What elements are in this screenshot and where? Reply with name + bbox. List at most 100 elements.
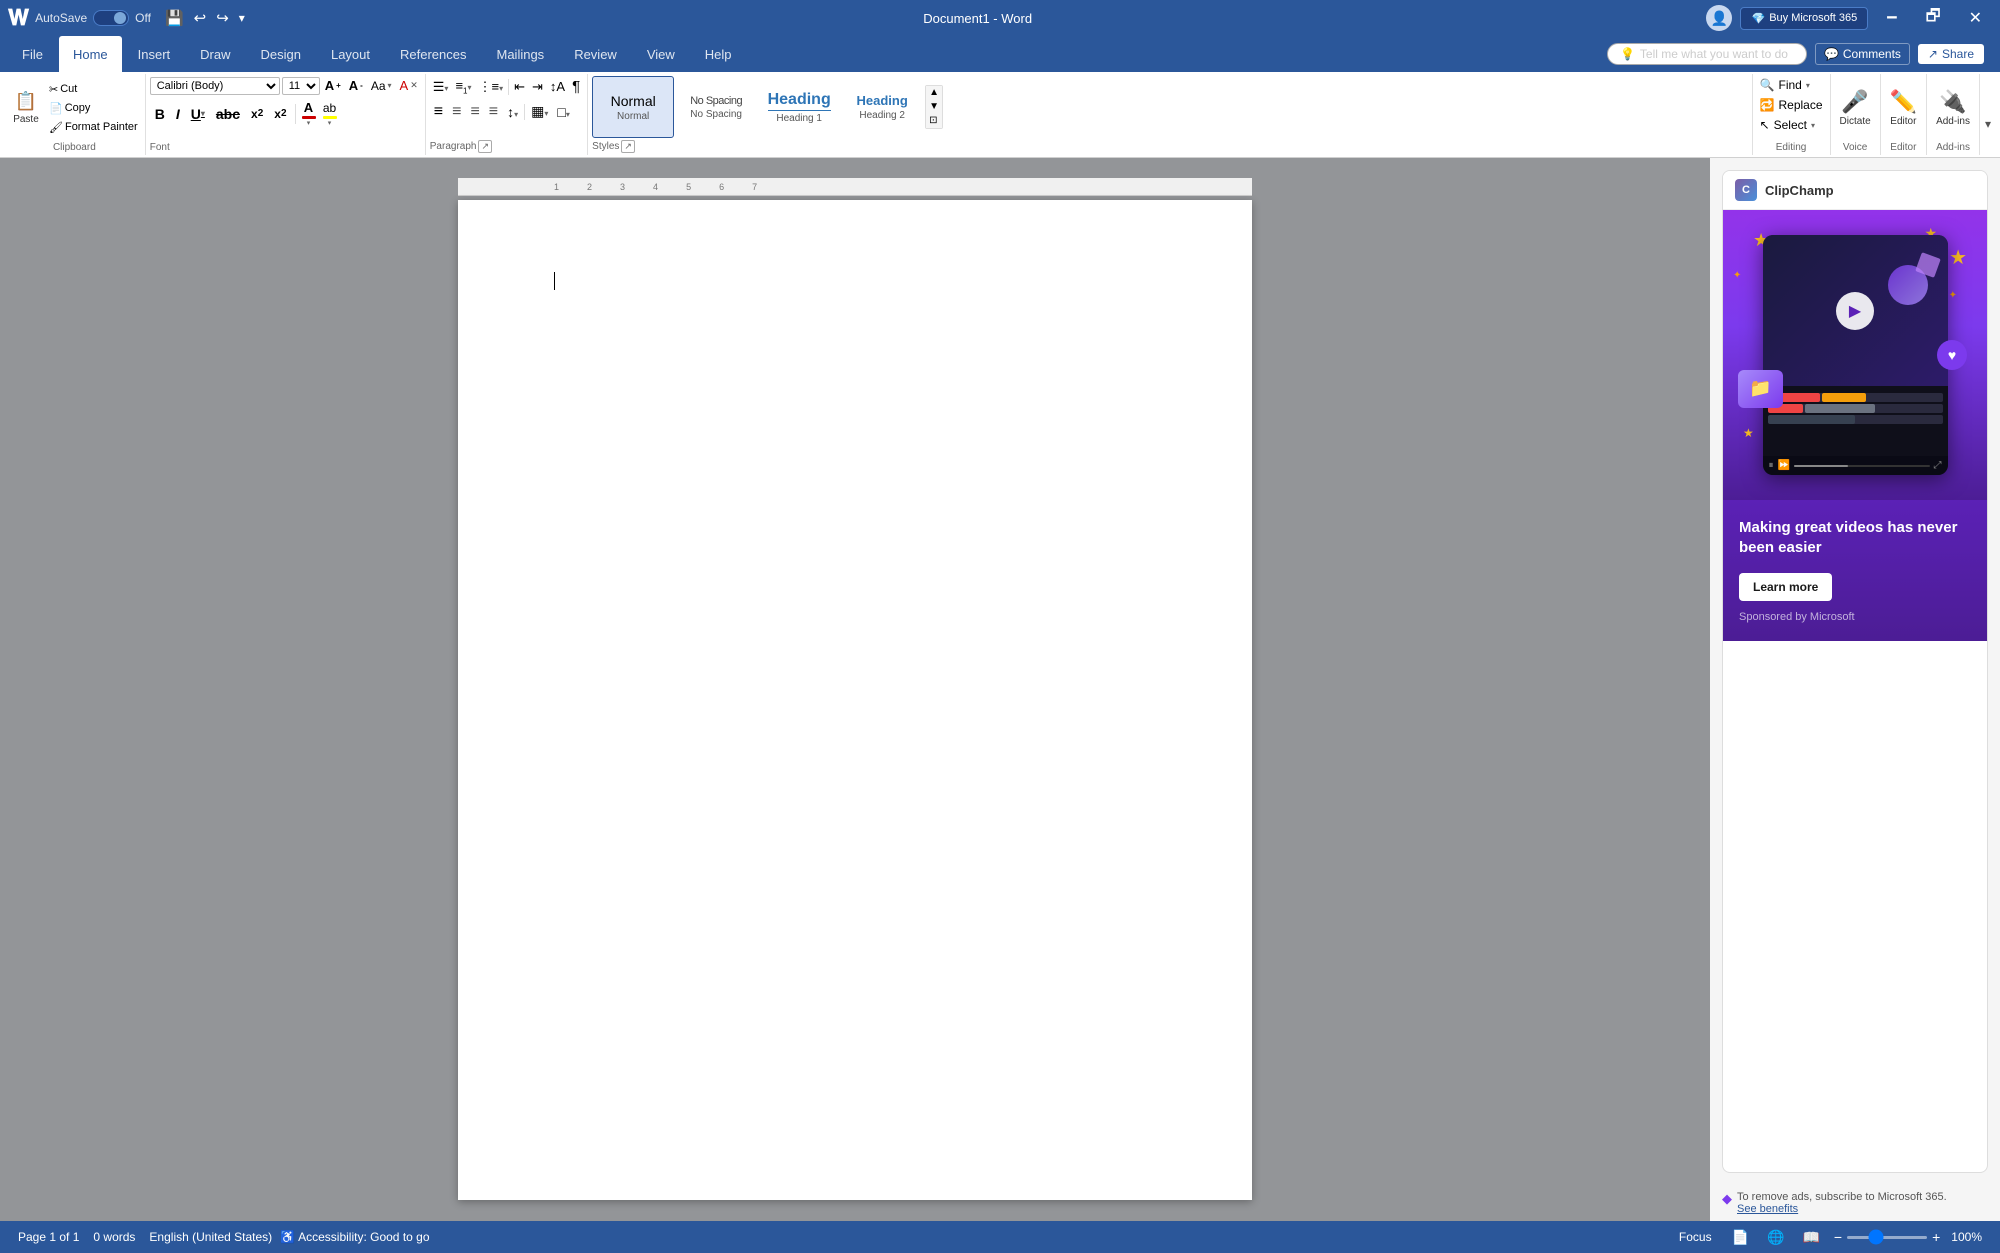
word-count[interactable]: 0 words: [87, 1228, 141, 1246]
tab-view[interactable]: View: [633, 36, 689, 72]
customize-quick-access-icon[interactable]: ▾: [235, 8, 249, 28]
styles-dialog-launcher[interactable]: ↗: [621, 140, 635, 153]
autosave-toggle[interactable]: [93, 10, 129, 26]
zoom-level[interactable]: 100%: [1945, 1228, 1988, 1246]
print-layout-button[interactable]: 📄: [1728, 1227, 1753, 1248]
document-canvas[interactable]: 1 2 3 4 5 6 7: [0, 158, 1710, 1221]
underline-button[interactable]: U▾: [186, 104, 210, 124]
tab-layout[interactable]: Layout: [317, 36, 384, 72]
video-screen: ▶: [1763, 235, 1948, 386]
style-normal-label: Normal: [617, 111, 649, 122]
font-grow-button[interactable]: A+: [322, 76, 344, 95]
multilevel-list-button[interactable]: ⋮≡▾: [476, 77, 507, 97]
clipchamp-logo-icon: C: [1735, 179, 1757, 201]
web-layout-button[interactable]: 🌐: [1763, 1227, 1788, 1248]
tab-help[interactable]: Help: [691, 36, 746, 72]
share-button[interactable]: ↗ Share: [1918, 44, 1984, 64]
tell-me-input[interactable]: 💡 Tell me what you want to do: [1607, 43, 1807, 65]
font-color-button[interactable]: A ▾: [299, 98, 319, 129]
gallery-scroll-up[interactable]: ▲: [926, 86, 942, 100]
borders-button[interactable]: □▾: [553, 102, 573, 122]
status-bar: Page 1 of 1 0 words English (United Stat…: [0, 1221, 2000, 1253]
font-family-select[interactable]: Calibri (Body): [150, 77, 280, 95]
learn-more-button[interactable]: Learn more: [1739, 573, 1832, 601]
align-right-button[interactable]: ≡: [466, 101, 483, 123]
style-normal-button[interactable]: Normal Normal: [592, 76, 674, 138]
dictate-button[interactable]: 🎤 Dictate: [1835, 86, 1876, 130]
font-size-select[interactable]: 11: [282, 77, 320, 95]
shading-button[interactable]: ▦▾: [527, 101, 552, 122]
subscript-button[interactable]: x2: [246, 105, 268, 123]
accessibility-status[interactable]: ♿ Accessibility: Good to go: [280, 1230, 429, 1244]
copy-button[interactable]: 📄 Copy: [46, 100, 141, 117]
style-heading2-button[interactable]: Heading Heading 2: [841, 76, 923, 138]
redo-icon[interactable]: ↪: [212, 6, 233, 30]
language-status[interactable]: English (United States): [143, 1228, 278, 1246]
tab-home[interactable]: Home: [59, 36, 122, 72]
find-button[interactable]: 🔍 Find ▾: [1757, 76, 1813, 94]
replace-button[interactable]: 🔁 Replace: [1757, 96, 1826, 114]
zoom-slider[interactable]: [1847, 1236, 1927, 1239]
timeline-area: [1763, 386, 1948, 456]
share-icon: ↗: [1928, 47, 1938, 61]
clear-formatting-button[interactable]: A✕: [397, 76, 421, 95]
superscript-button[interactable]: x2: [269, 105, 291, 123]
increase-indent-button[interactable]: ⇥: [529, 77, 546, 97]
line-spacing-button[interactable]: ↕▾: [503, 102, 522, 122]
forward-icon[interactable]: ⏩: [1778, 460, 1790, 471]
gallery-scroll-down[interactable]: ▼: [926, 100, 942, 114]
numbered-list-button[interactable]: ≡1▾: [452, 76, 474, 98]
select-icon: ↖: [1760, 118, 1770, 132]
style-no-spacing-button[interactable]: No Spacing No Spacing: [675, 76, 757, 138]
highlight-color-button[interactable]: ab ▾: [320, 99, 340, 129]
editor-button[interactable]: ✏️ Editor: [1885, 86, 1922, 130]
strikethrough-button[interactable]: abc: [211, 104, 245, 124]
change-case-button[interactable]: Aa▾: [368, 77, 395, 95]
zoom-out-button[interactable]: −: [1834, 1229, 1842, 1245]
tab-insert[interactable]: Insert: [124, 36, 185, 72]
bold-button[interactable]: B: [150, 104, 170, 124]
focus-button[interactable]: Focus: [1673, 1228, 1718, 1246]
restore-button[interactable]: 🗗: [1916, 2, 1951, 35]
decrease-indent-button[interactable]: ⇤: [511, 77, 528, 97]
undo-icon[interactable]: ↩: [190, 6, 211, 30]
show-marks-button[interactable]: ¶: [569, 76, 583, 97]
select-button[interactable]: ↖ Select ▾: [1757, 116, 1818, 134]
close-button[interactable]: ✕: [1959, 5, 1992, 31]
zoom-in-button[interactable]: +: [1932, 1229, 1940, 1245]
avatar[interactable]: 👤: [1706, 5, 1732, 31]
font-shrink-button[interactable]: A-: [346, 76, 366, 95]
cut-button[interactable]: ✂ Cut: [46, 81, 141, 98]
format-painter-button[interactable]: 🖌 Format Painter: [46, 119, 141, 136]
read-view-button[interactable]: 📖: [1798, 1227, 1823, 1248]
align-left-button[interactable]: ≡: [430, 101, 447, 123]
tab-draw[interactable]: Draw: [186, 36, 244, 72]
paragraph-dialog-launcher[interactable]: ↗: [478, 140, 492, 153]
tab-design[interactable]: Design: [247, 36, 315, 72]
ribbon-collapse-button[interactable]: ▾: [1982, 115, 1994, 133]
buy-microsoft365-button[interactable]: 💎 Buy Microsoft 365: [1740, 7, 1868, 30]
sort-button[interactable]: ↕A: [547, 77, 568, 96]
italic-button[interactable]: I: [171, 104, 185, 124]
paste-button[interactable]: 📋 Paste: [8, 88, 44, 128]
page-info[interactable]: Page 1 of 1: [12, 1228, 85, 1246]
add-ins-button[interactable]: 🔌 Add-ins: [1931, 86, 1975, 130]
tab-review[interactable]: Review: [560, 36, 631, 72]
gallery-expand[interactable]: ⊡: [926, 114, 942, 128]
play-button[interactable]: ▶: [1836, 292, 1874, 330]
see-benefits-link[interactable]: See benefits: [1737, 1203, 1798, 1215]
align-center-button[interactable]: ≡: [448, 101, 465, 123]
style-heading1-button[interactable]: Heading Heading 1: [758, 76, 840, 138]
document-page[interactable]: [458, 200, 1252, 1200]
save-icon[interactable]: 💾: [161, 6, 188, 30]
comments-button[interactable]: 💬 Comments: [1815, 43, 1910, 65]
tell-me-placeholder: Tell me what you want to do: [1640, 47, 1788, 61]
pause-icon[interactable]: ⏸: [1769, 460, 1774, 471]
fullscreen-icon[interactable]: ⤢: [1934, 460, 1942, 471]
justify-button[interactable]: ≡: [485, 101, 502, 123]
tab-file[interactable]: File: [8, 36, 57, 72]
minimize-button[interactable]: 🗕: [1876, 2, 1907, 35]
tab-references[interactable]: References: [386, 36, 480, 72]
bullet-list-button[interactable]: ☰▾: [430, 77, 452, 97]
tab-mailings[interactable]: Mailings: [483, 36, 559, 72]
